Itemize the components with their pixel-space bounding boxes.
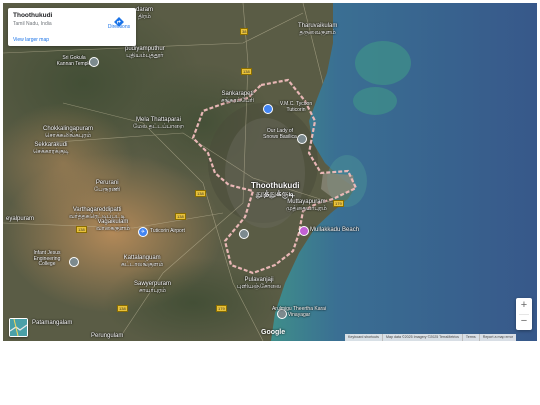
place-label: Mullakkadu Beach	[310, 227, 360, 233]
landmark-pin[interactable]	[69, 257, 79, 267]
place-label: Sekkarakudi செக்காரக்குடி	[33, 142, 69, 155]
directions-icon	[114, 14, 124, 27]
place-card: Thoothukudi Tamil Nadu, India View large…	[8, 8, 136, 46]
place-label: eyalpuram	[6, 216, 35, 222]
place-label: Chokkalingapuram சொக்கலிங்கபுரம்	[43, 126, 94, 139]
keyboard-shortcuts-link[interactable]: Keyboard shortcuts	[345, 334, 382, 341]
place-label: V.M.C. Tycoon Tuticorin	[279, 101, 313, 113]
place-label: Tharuvaikulam தருவைகுளம்	[298, 23, 338, 36]
landmark-pin[interactable]	[89, 57, 99, 67]
zoom-out-button[interactable]: −	[516, 314, 532, 330]
map-thumbnail-icon	[9, 318, 28, 337]
place-label: Sawyerpuram சாயர்புரம்	[134, 281, 172, 294]
view-larger-map-link[interactable]: View larger map	[13, 37, 49, 43]
place-label: Infant Jesus Engineering College	[33, 250, 61, 267]
highway-shield: 138	[195, 190, 206, 197]
place-label: pudiyamputhur புதியம்புத்தூர்	[125, 46, 165, 59]
place-label: Vagaikulam வாகைகுளம்	[96, 219, 130, 232]
place-label: daram திரம்	[136, 7, 154, 20]
place-label: Kattalanguam கட்டாலங்குளம்	[121, 255, 164, 268]
google-logo: Google	[261, 329, 286, 336]
directions-label: Directions	[107, 24, 131, 30]
map-data-credit: Map data ©2025 Imagery ©2025 TerraMetric…	[381, 334, 462, 341]
attribution-bar: Keyboard shortcuts Map data ©2025 Imager…	[345, 334, 517, 341]
satellite-imagery	[3, 3, 537, 341]
place-label: Arulmigu Theertha Karai Vinayagar	[271, 306, 327, 318]
place-title: Thoothukudi	[13, 12, 53, 19]
city-label: Thoothukudi தூத்துக்குடி	[251, 181, 300, 198]
place-label: Perurani பேரூரணி	[94, 180, 121, 193]
directions-button[interactable]: Directions	[104, 14, 134, 30]
zoom-in-button[interactable]: +	[516, 298, 532, 314]
terms-link[interactable]: Terms	[461, 334, 479, 341]
place-pin[interactable]	[263, 104, 273, 114]
highway-shield: 138	[241, 68, 252, 75]
highway-shield: 179	[333, 200, 344, 207]
satellite-map[interactable]: daram திரம் Tharuvaikulam தருவைகுளம் Sri G…	[3, 3, 537, 341]
beach-pin[interactable]	[299, 226, 309, 236]
place-label: Muttayapuram முத்தையாபுரம்	[286, 199, 327, 212]
zoom-controls: + −	[516, 298, 532, 330]
map-layer-toggle[interactable]	[9, 318, 28, 337]
place-subtitle: Tamil Nadu, India	[13, 21, 52, 27]
place-label: Patamangalam	[32, 320, 73, 326]
landmark-pin[interactable]	[297, 134, 307, 144]
place-label: Our Lady of Snows Basilica	[263, 128, 297, 140]
highway-shield: 138	[175, 213, 186, 220]
place-label: Sankarapeti சங்கரப்பேரி	[221, 91, 255, 104]
place-label: Tuticorin Airport	[150, 228, 185, 234]
report-map-error-link[interactable]: Report a map error	[478, 334, 516, 341]
highway-shield: 179	[216, 305, 227, 312]
highway-shield: 138	[76, 226, 87, 233]
highway-shield: 38	[240, 28, 249, 35]
airport-pin[interactable]: ✈	[138, 227, 148, 237]
place-label: Sri Gokula Kannan Temple	[56, 55, 92, 67]
zoom-divider	[519, 314, 529, 315]
landmark-pin[interactable]	[239, 229, 249, 239]
place-label: Pulavanjaji புளியஞ்சோலை	[237, 277, 282, 290]
place-label: Perungulam	[91, 333, 124, 339]
highway-shield: 138	[117, 305, 128, 312]
place-label: Mela Thattaparai மேல தட்டப்பாறை	[133, 117, 185, 130]
